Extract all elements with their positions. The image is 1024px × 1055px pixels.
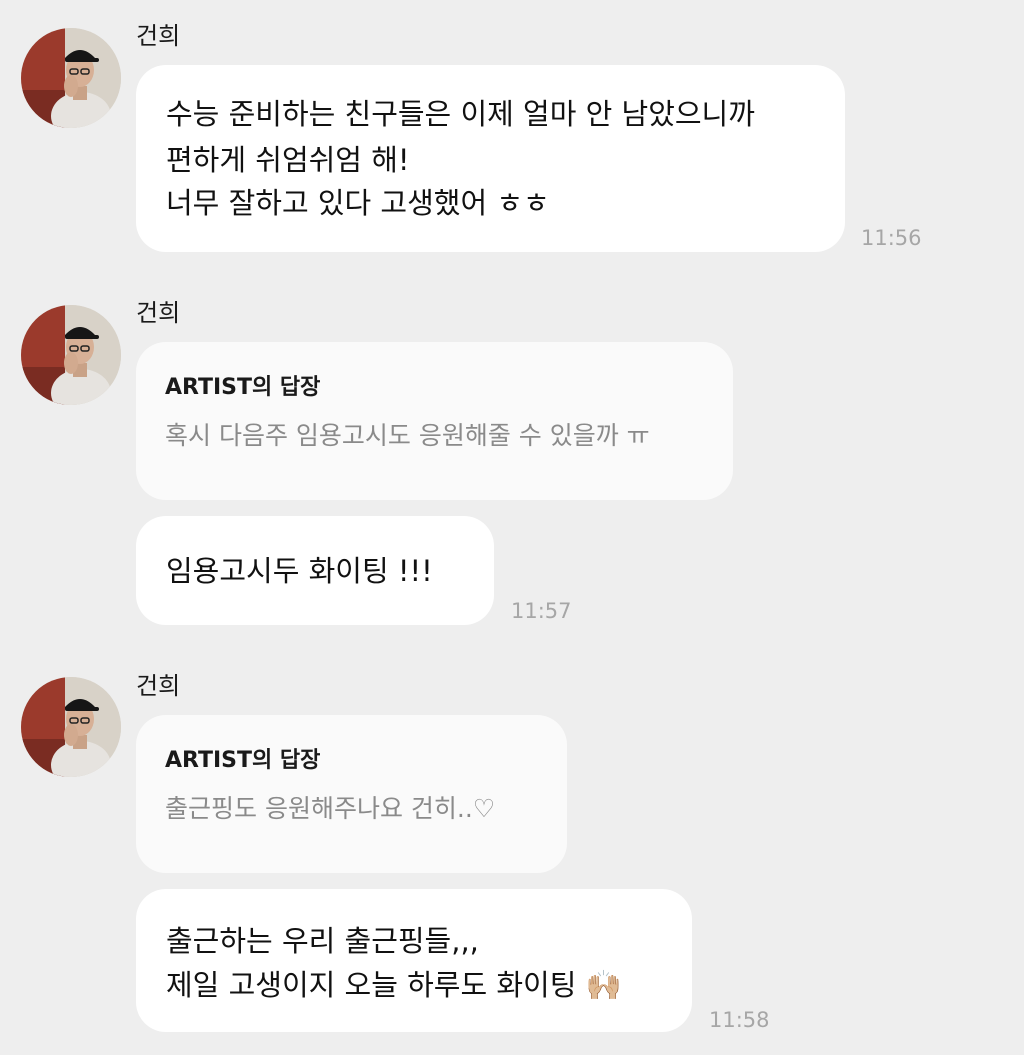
profile-photo-icon: [21, 28, 121, 128]
avatar[interactable]: [21, 28, 121, 128]
avatar[interactable]: [21, 305, 121, 405]
reply-quote: 출근핑도 응원해주나요 건히..♡: [165, 794, 496, 823]
message-line: 임용고시두 화이팅 !!!: [166, 554, 433, 588]
message-bubble[interactable]: 수능 준비하는 친구들은 이제 얼마 안 남았으니까 편하게 쉬엄쉬엄 해! 너…: [136, 65, 845, 252]
message-line: 편하게 쉬엄쉬엄 해!: [166, 143, 410, 177]
reply-quote: 혹시 다음주 임용고시도 응원해줄 수 있을까 ㅠ: [165, 421, 650, 450]
message-line: 수능 준비하는 친구들은 이제 얼마 안 남았으니까: [166, 97, 755, 131]
sender-name: 건희: [136, 22, 181, 50]
message-bubble[interactable]: 출근하는 우리 출근핑들,,, 제일 고생이지 오늘 하루도 화이팅 🙌🏼: [136, 889, 692, 1032]
avatar[interactable]: [21, 677, 121, 777]
reply-title: ARTIST의 답장: [165, 748, 321, 773]
reply-title: ARTIST의 답장: [165, 375, 321, 400]
message-line: 출근하는 우리 출근핑들,,,: [166, 924, 479, 958]
reply-bubble[interactable]: ARTIST의 답장 혹시 다음주 임용고시도 응원해줄 수 있을까 ㅠ: [136, 342, 733, 500]
message-bubble[interactable]: 임용고시두 화이팅 !!!: [136, 516, 494, 625]
sender-name: 건희: [136, 299, 181, 327]
profile-photo-icon: [21, 677, 121, 777]
message-line: 제일 고생이지 오늘 하루도 화이팅 🙌🏼: [166, 968, 622, 1002]
timestamp: 11:56: [861, 226, 922, 250]
timestamp: 11:57: [511, 599, 572, 623]
reply-bubble[interactable]: ARTIST의 답장 출근핑도 응원해주나요 건히..♡: [136, 715, 567, 873]
profile-photo-icon: [21, 305, 121, 405]
message-line: 너무 잘하고 있다 고생했어 ㅎㅎ: [166, 186, 550, 220]
timestamp: 11:58: [709, 1008, 770, 1032]
sender-name: 건희: [136, 672, 181, 700]
